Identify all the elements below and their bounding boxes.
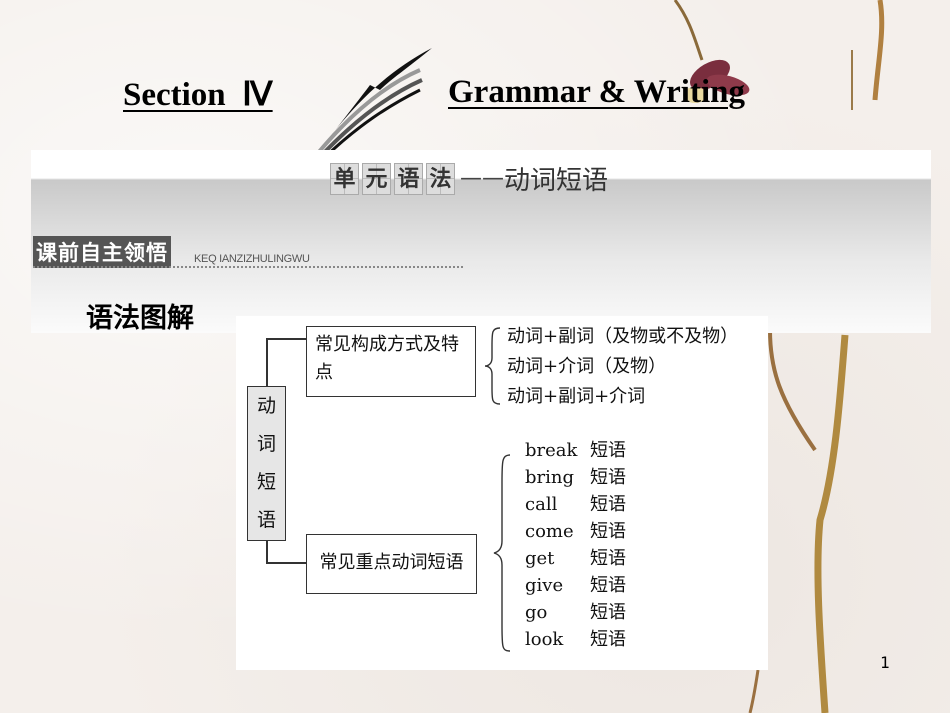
unit-tile: 法 (426, 162, 455, 195)
phrase-item: get 短语 (525, 544, 626, 570)
phrase-suffix: 短语 (590, 629, 626, 650)
unit-tile: 单 (330, 162, 359, 195)
unit-dash: —— (460, 166, 504, 191)
formation-node: 常见构成方式及特点 (306, 326, 476, 397)
connector-line (266, 540, 268, 562)
phrase-suffix: 短语 (590, 467, 626, 488)
topic-title: Grammar & Writing (448, 74, 745, 110)
brace-icon (493, 454, 511, 652)
grammar-diagram-label: 语法图解 (86, 303, 194, 334)
connector-line (266, 338, 306, 340)
formation-item: 动词+副词+介词 (507, 386, 646, 407)
section-label: 课前自主领悟 (33, 236, 171, 268)
unit-tile: 语 (394, 162, 423, 195)
phrase-verb: break (525, 440, 578, 461)
phrase-verb: get (525, 548, 555, 569)
brace-icon (484, 327, 501, 405)
phrase-suffix: 短语 (590, 494, 626, 515)
phrase-suffix: 短语 (590, 548, 626, 569)
dotted-divider (33, 266, 463, 268)
phrase-item: break 短语 (525, 436, 626, 462)
section-label-pinyin: KEQ IANZIZHULINGWU (194, 253, 310, 265)
phrase-verb: look (525, 629, 564, 650)
phrase-suffix: 短语 (590, 521, 626, 542)
root-node: 动 词 短 语 (247, 386, 286, 541)
section-title: Section Ⅳ (123, 77, 273, 113)
key-phrases-node: 常见重点动词短语 (306, 534, 477, 594)
phrase-item: bring 短语 (525, 463, 626, 489)
root-char: 词 (256, 433, 276, 455)
root-char: 动 (256, 395, 276, 417)
phrase-item: give 短语 (525, 571, 626, 597)
phrase-suffix: 短语 (590, 440, 626, 461)
connector-line (266, 562, 306, 564)
root-char: 短 (256, 471, 276, 493)
unit-tile: 元 (362, 162, 391, 195)
phrase-verb: give (525, 575, 564, 596)
phrase-item: go 短语 (525, 598, 626, 624)
unit-subtitle: 动词短语 (504, 166, 609, 196)
phrase-item: call 短语 (525, 490, 626, 516)
grammar-diagram: 动 词 短 语 常见构成方式及特点 动词+副词（及物或不及物） 动词+介词（及物… (236, 316, 768, 670)
formation-item: 动词+副词（及物或不及物） (507, 326, 739, 347)
phrase-suffix: 短语 (590, 575, 626, 596)
phrase-item: come 短语 (525, 517, 626, 543)
page-number: 1 (880, 653, 890, 672)
root-char: 语 (256, 509, 276, 531)
phrase-verb: go (525, 602, 548, 623)
phrase-item: look 短语 (525, 625, 626, 651)
phrase-suffix: 短语 (590, 602, 626, 623)
phrase-verb: bring (525, 467, 574, 488)
formation-item: 动词+介词（及物） (507, 356, 667, 377)
phrase-verb: come (525, 521, 574, 542)
phrase-verb: call (525, 494, 558, 515)
swoosh-logo-icon (315, 48, 432, 160)
connector-line (266, 338, 268, 386)
unit-heading: 单 元 语 法 —— 动词短语 (330, 160, 608, 197)
